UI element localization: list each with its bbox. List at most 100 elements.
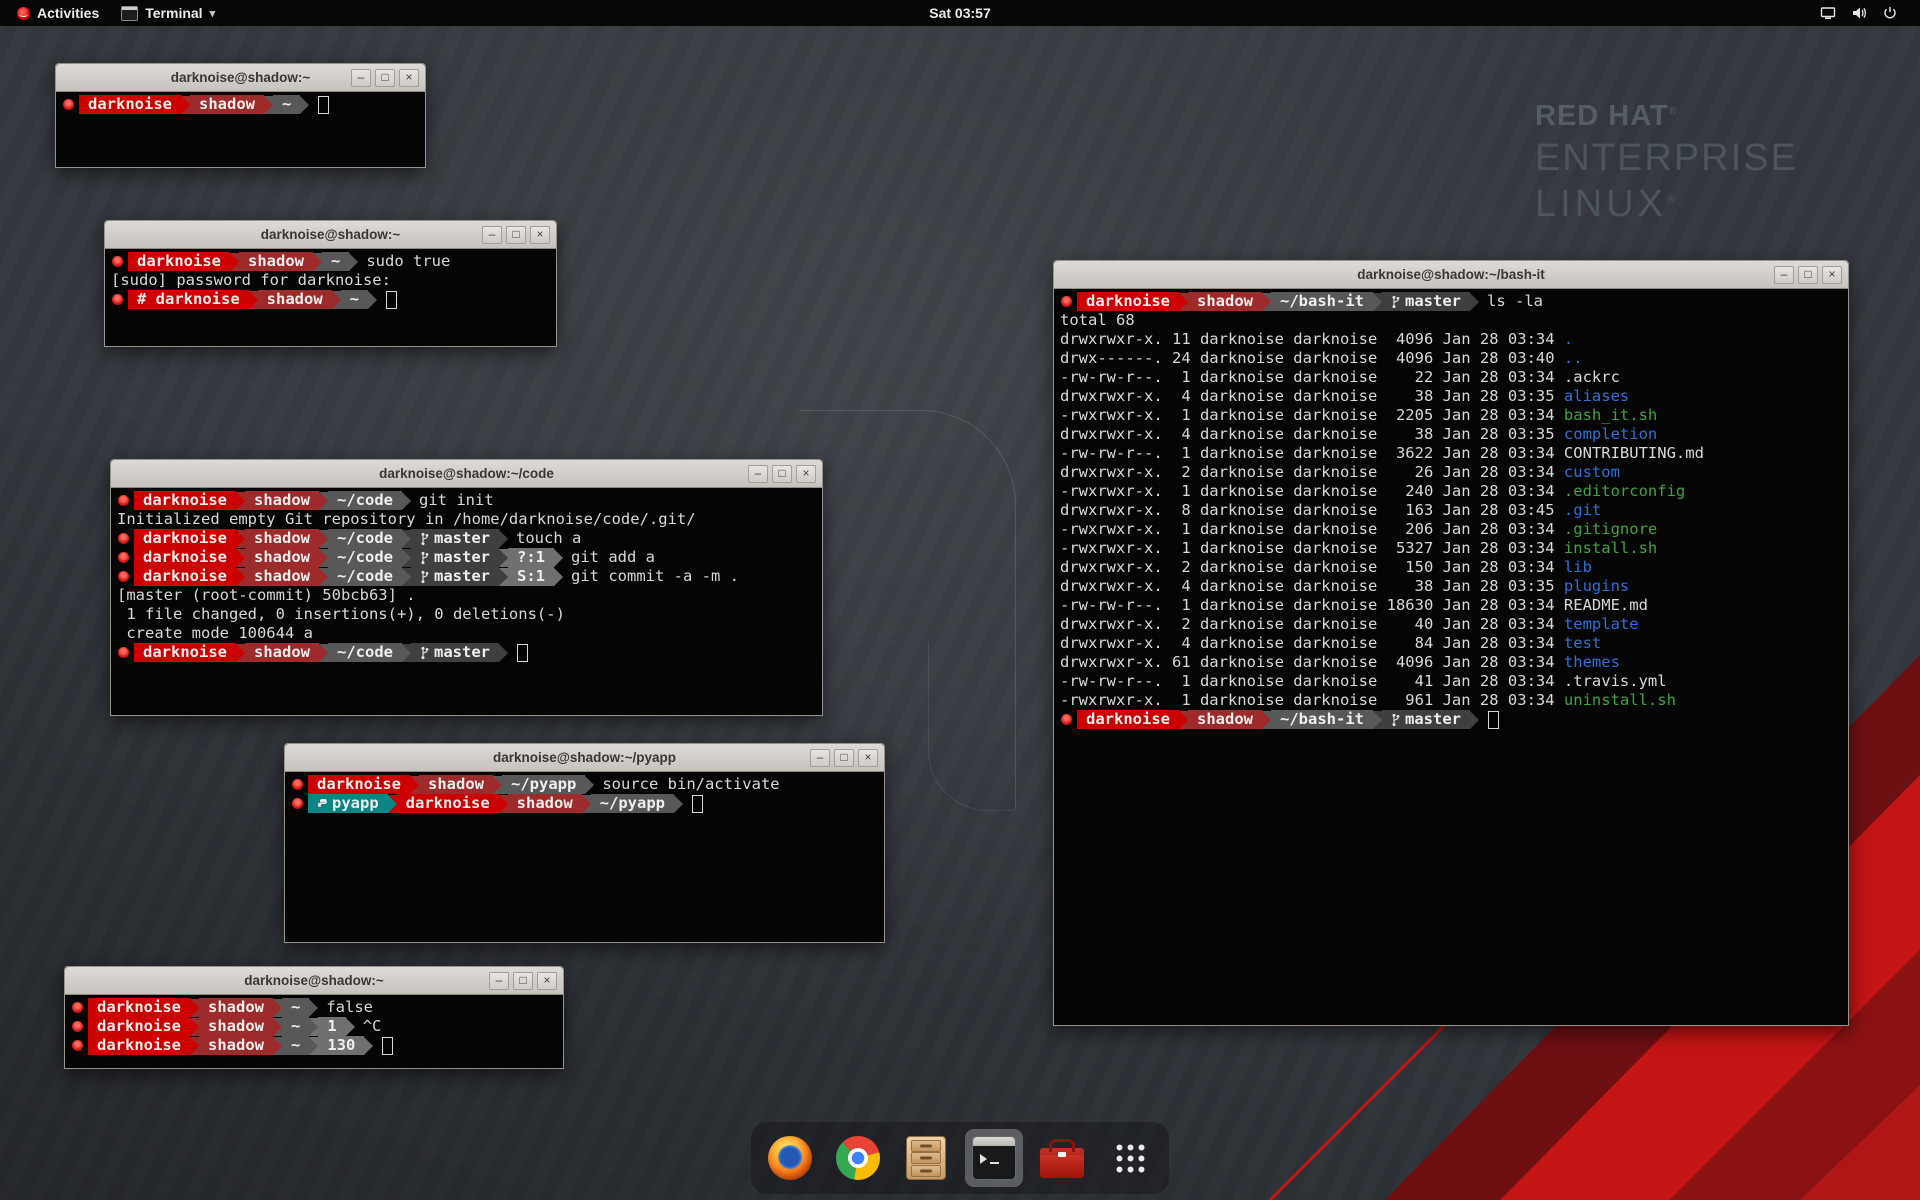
close-button[interactable]: × — [796, 465, 816, 483]
powerline-separator — [493, 776, 502, 794]
terminal-window[interactable]: darknoise@shadow:~–□×darknoiseshadow~sud… — [104, 220, 557, 347]
prompt-segment-host: shadow — [199, 1017, 273, 1036]
prompt-segment-status: ?:1 — [508, 548, 554, 567]
terminal-output-line: total 68 — [1060, 311, 1848, 330]
terminal-output-line: -rw-rw-r--. 1 darknoise darknoise 3622 J… — [1060, 444, 1848, 463]
dock-item-show-apps[interactable] — [1101, 1129, 1159, 1187]
terminal-content[interactable]: darknoiseshadow~falsedarknoiseshadow~1^C… — [65, 995, 563, 1055]
close-button[interactable]: × — [537, 972, 557, 990]
minimize-button[interactable]: – — [482, 226, 502, 244]
terminal-window[interactable]: darknoise@shadow:~–□×darknoiseshadow~fal… — [64, 966, 564, 1069]
app-menu-label: Terminal — [145, 5, 202, 21]
close-button[interactable]: × — [858, 749, 878, 767]
window-titlebar[interactable]: darknoise@shadow:~–□× — [105, 221, 556, 249]
dock-item-firefox[interactable] — [761, 1129, 819, 1187]
redhat-prompt-icon — [72, 1002, 83, 1013]
window-title: darknoise@shadow:~/code — [111, 466, 822, 481]
display-icon[interactable] — [1820, 5, 1836, 21]
terminal-prompt-line: # darknoiseshadow~ — [111, 290, 556, 309]
maximize-button[interactable]: □ — [513, 972, 533, 990]
chrome-icon — [836, 1136, 880, 1180]
dock-item-terminal[interactable] — [965, 1129, 1023, 1187]
terminal-cursor — [1488, 711, 1499, 729]
powerline-separator — [499, 549, 508, 567]
window-controls: –□× — [351, 69, 425, 87]
terminal-output-line: drwxrwxr-x. 2 darknoise darknoise 150 Ja… — [1060, 558, 1848, 577]
terminal-content[interactable]: darknoiseshadow~sudo true[sudo] password… — [105, 249, 556, 309]
maximize-button[interactable]: □ — [375, 69, 395, 87]
window-titlebar[interactable]: darknoise@shadow:~–□× — [65, 967, 563, 995]
terminal-content[interactable]: darknoiseshadow~/bash-itmasterls -latota… — [1054, 289, 1848, 729]
terminal-prompt-line: darknoiseshadow~sudo true — [111, 252, 556, 271]
powerline-separator — [1179, 711, 1188, 729]
chevron-down-icon: ▾ — [210, 7, 216, 20]
toolbox-icon — [1040, 1148, 1084, 1178]
terminal-output-line: drwxrwxr-x. 2 darknoise darknoise 40 Jan… — [1060, 615, 1848, 634]
powerline-separator — [1262, 293, 1271, 311]
window-titlebar[interactable]: darknoise@shadow:~/pyapp–□× — [285, 744, 884, 772]
powerline-separator — [230, 253, 239, 271]
command-text: ^C — [355, 1017, 382, 1036]
powerline-separator — [273, 1018, 282, 1036]
prompt-segment-status: 130 — [318, 1036, 364, 1055]
prompt-segment-host: shadow — [1188, 292, 1262, 311]
close-button[interactable]: × — [530, 226, 550, 244]
powerline-separator — [364, 1037, 373, 1055]
minimize-button[interactable]: – — [1774, 266, 1794, 284]
terminal-content[interactable]: darknoiseshadow~/codegit initInitialized… — [111, 488, 822, 662]
terminal-app-icon — [972, 1136, 1016, 1180]
window-titlebar[interactable]: darknoise@shadow:~/code–□× — [111, 460, 822, 488]
window-titlebar[interactable]: darknoise@shadow:~/bash-it–□× — [1054, 261, 1848, 289]
terminal-window[interactable]: darknoise@shadow:~/bash-it–□×darknoisesh… — [1053, 260, 1849, 1026]
minimize-button[interactable]: – — [748, 465, 768, 483]
prompt-segment-path: ~ — [282, 1036, 309, 1055]
window-controls: –□× — [1774, 266, 1848, 284]
powerline-separator — [181, 96, 190, 114]
maximize-button[interactable]: □ — [772, 465, 792, 483]
prompt-segment-path: ~/code — [328, 643, 402, 662]
terminal-window[interactable]: darknoise@shadow:~–□× darknoiseshadow~ — [55, 63, 426, 168]
terminal-content[interactable]: darknoiseshadow~/pyappsource bin/activat… — [285, 772, 884, 813]
powerline-separator — [346, 1018, 355, 1036]
clock[interactable]: Sat 03:57 — [929, 5, 990, 21]
dock-item-toolbox[interactable] — [1033, 1129, 1091, 1187]
prompt-segment-path: ~ — [341, 290, 368, 309]
terminal-window[interactable]: darknoise@shadow:~/code–□×darknoiseshado… — [110, 459, 823, 716]
volume-icon[interactable] — [1851, 5, 1867, 21]
minimize-button[interactable]: – — [489, 972, 509, 990]
prompt-segment-user: darknoise — [79, 95, 181, 114]
terminal-content[interactable]: darknoiseshadow~ — [56, 92, 425, 114]
power-icon[interactable] — [1882, 5, 1898, 21]
dock-item-files[interactable] — [897, 1129, 955, 1187]
minimize-button[interactable]: – — [810, 749, 830, 767]
activities-button[interactable]: Activities — [6, 0, 110, 26]
powerline-separator — [319, 644, 328, 662]
prompt-segment-path: ~/code — [328, 567, 402, 586]
prompt-segment-path: ~ — [282, 1017, 309, 1036]
powerline-separator — [190, 1018, 199, 1036]
powerline-separator — [309, 1037, 318, 1055]
powerline-separator — [273, 1037, 282, 1055]
terminal-window[interactable]: darknoise@shadow:~/pyapp–□× darknoiseshad… — [284, 743, 885, 943]
window-controls: –□× — [489, 972, 563, 990]
close-button[interactable]: × — [399, 69, 419, 87]
redhat-prompt-icon — [292, 798, 303, 809]
prompt-segment-path: ~ — [282, 998, 309, 1017]
maximize-button[interactable]: □ — [1798, 266, 1818, 284]
terminal-app-menu-icon — [121, 6, 138, 21]
terminal-output-line: -rwxrwxr-x. 1 darknoise darknoise 240 Ja… — [1060, 482, 1848, 501]
dock-item-chrome[interactable] — [829, 1129, 887, 1187]
command-text: touch a — [508, 529, 581, 548]
window-titlebar[interactable]: darknoise@shadow:~–□× — [56, 64, 425, 92]
prompt-segment-user: darknoise — [134, 643, 236, 662]
close-button[interactable]: × — [1822, 266, 1842, 284]
app-menu[interactable]: Terminal ▾ — [110, 0, 226, 26]
powerline-separator — [249, 291, 258, 309]
prompt-segment-git: master — [411, 548, 499, 567]
terminal-prompt-line: darknoiseshadow~ — [62, 95, 425, 114]
maximize-button[interactable]: □ — [834, 749, 854, 767]
terminal-prompt-line: darknoiseshadow~/pyappsource bin/activat… — [291, 775, 884, 794]
maximize-button[interactable]: □ — [506, 226, 526, 244]
prompt-segment-user: darknoise — [134, 548, 236, 567]
minimize-button[interactable]: – — [351, 69, 371, 87]
